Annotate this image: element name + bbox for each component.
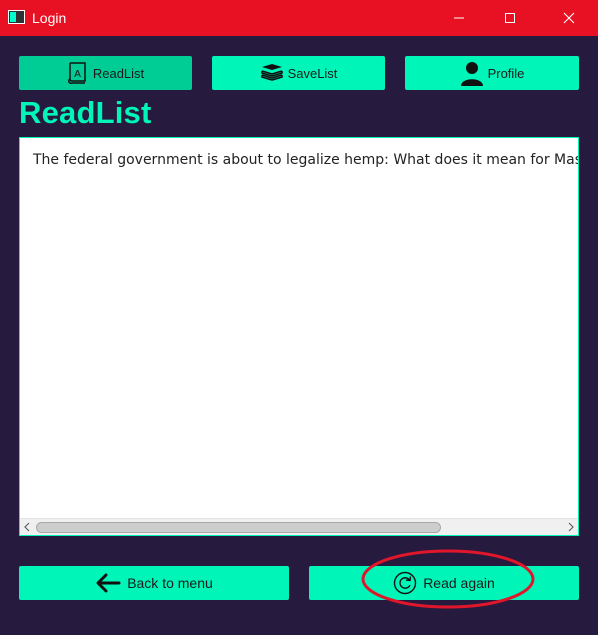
page-title: ReadList [19,95,152,130]
maximize-button[interactable] [487,0,533,36]
refresh-icon [393,571,417,595]
maximize-icon [505,13,515,23]
horizontal-scrollbar[interactable] [20,518,578,535]
tab-savelist-label: SaveList [287,65,338,81]
list-item[interactable]: The federal government is about to legal… [33,152,578,168]
window-title: Login [32,10,67,26]
tab-savelist[interactable]: SaveList [212,56,385,90]
scrollbar-thumb[interactable] [36,522,441,533]
close-icon [563,12,575,24]
scroll-left-icon[interactable] [22,522,32,532]
tab-profile[interactable]: Profile [405,56,579,90]
close-button[interactable] [546,0,592,36]
tab-readlist[interactable]: A ReadList [19,56,192,90]
tab-profile-label: Profile [487,65,525,81]
back-to-menu-label: Back to menu [127,575,213,591]
app-icon [8,10,25,24]
back-to-menu-button[interactable]: Back to menu [19,566,289,600]
minimize-button[interactable] [436,0,482,36]
arrow-left-icon [96,573,121,593]
read-list[interactable]: The federal government is about to legal… [19,137,579,536]
book-icon: A [67,62,86,84]
minimize-icon [454,17,464,19]
tab-readlist-label: ReadList [92,65,145,81]
scroll-right-icon[interactable] [566,522,576,532]
user-icon [460,62,483,86]
stack-icon [260,64,283,81]
svg-text:A: A [74,69,81,80]
read-again-label: Read again [423,575,495,591]
read-again-button[interactable]: Read again [309,566,579,600]
title-bar: Login [0,0,598,36]
